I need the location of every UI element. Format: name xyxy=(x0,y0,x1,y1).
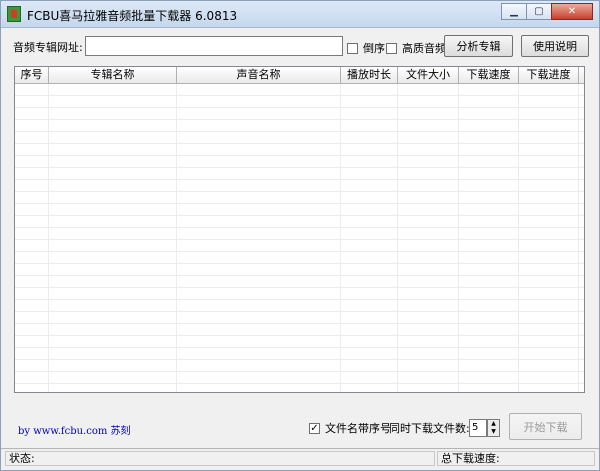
column-divider xyxy=(340,84,341,392)
url-label: 音频专辑网址: xyxy=(13,41,83,54)
concurrent-label: 同时下载文件数: xyxy=(389,422,470,435)
total-speed-pane: 总下载速度: xyxy=(437,451,595,466)
window-controls: ▁ ▢ ✕ xyxy=(501,3,593,21)
credit-author: 苏刻 xyxy=(110,426,131,437)
checkmark-icon[interactable]: ✓ xyxy=(309,422,320,434)
column-divider xyxy=(48,84,49,392)
start-download-button[interactable]: 开始下载 xyxy=(509,413,582,440)
status-pane: 状态: xyxy=(5,451,435,466)
col-header-progress[interactable]: 下载进度 xyxy=(519,67,579,83)
app-window: FCBU喜马拉雅音频批量下载器 6.0813 ▁ ▢ ✕ 音频专辑网址: 倒序 … xyxy=(0,0,600,471)
checkbox-box-icon[interactable] xyxy=(386,42,397,54)
col-header-track[interactable]: 声音名称 xyxy=(177,67,341,83)
hq-audio-label: 高质音频 xyxy=(402,42,446,55)
column-divider xyxy=(397,84,398,392)
col-header-album[interactable]: 专辑名称 xyxy=(49,67,177,83)
reverse-label: 倒序 xyxy=(363,42,385,55)
column-divider xyxy=(176,84,177,392)
concurrent-count-input[interactable]: 5 xyxy=(469,419,487,437)
column-divider xyxy=(458,84,459,392)
column-divider xyxy=(518,84,519,392)
spinner-arrows-icon[interactable]: ▲ ▼ xyxy=(487,419,500,437)
col-header-size[interactable]: 文件大小 xyxy=(398,67,459,83)
download-list[interactable]: 序号 专辑名称 声音名称 播放时长 文件大小 下载速度 下载进度 xyxy=(14,66,585,393)
minimize-icon[interactable]: ▁ xyxy=(501,3,527,20)
hq-audio-checkbox[interactable]: 高质音频 xyxy=(386,40,446,56)
close-icon[interactable]: ✕ xyxy=(551,3,593,20)
credit-text: by www.fcbu.com 苏刻 xyxy=(18,422,131,437)
status-bar: 状态: 总下载速度: xyxy=(1,448,599,469)
app-logo-icon xyxy=(7,6,21,22)
help-button[interactable]: 使用说明 xyxy=(521,35,589,57)
maximize-icon[interactable]: ▢ xyxy=(526,3,552,20)
column-divider xyxy=(578,84,579,392)
col-header-speed[interactable]: 下载速度 xyxy=(459,67,519,83)
filename-seq-checkbox[interactable]: ✓ 文件名带序号 xyxy=(309,420,391,436)
list-header: 序号 专辑名称 声音名称 播放时长 文件大小 下载速度 下载进度 xyxy=(15,67,584,84)
concurrent-label-wrap: 同时下载文件数: xyxy=(389,420,470,436)
credit-link[interactable]: by www.fcbu.com xyxy=(18,426,107,437)
col-header-duration[interactable]: 播放时长 xyxy=(341,67,398,83)
filename-seq-label: 文件名带序号 xyxy=(325,422,391,435)
reverse-checkbox[interactable]: 倒序 xyxy=(347,40,385,56)
list-body[interactable] xyxy=(15,84,584,392)
analyze-album-button[interactable]: 分析专辑 xyxy=(444,35,513,57)
album-url-input[interactable] xyxy=(85,36,343,56)
title-bar[interactable]: FCBU喜马拉雅音频批量下载器 6.0813 ▁ ▢ ✕ xyxy=(1,1,599,28)
col-header-index[interactable]: 序号 xyxy=(15,67,49,83)
checkbox-box-icon[interactable] xyxy=(347,42,358,54)
window-title: FCBU喜马拉雅音频批量下载器 6.0813 xyxy=(27,9,238,23)
